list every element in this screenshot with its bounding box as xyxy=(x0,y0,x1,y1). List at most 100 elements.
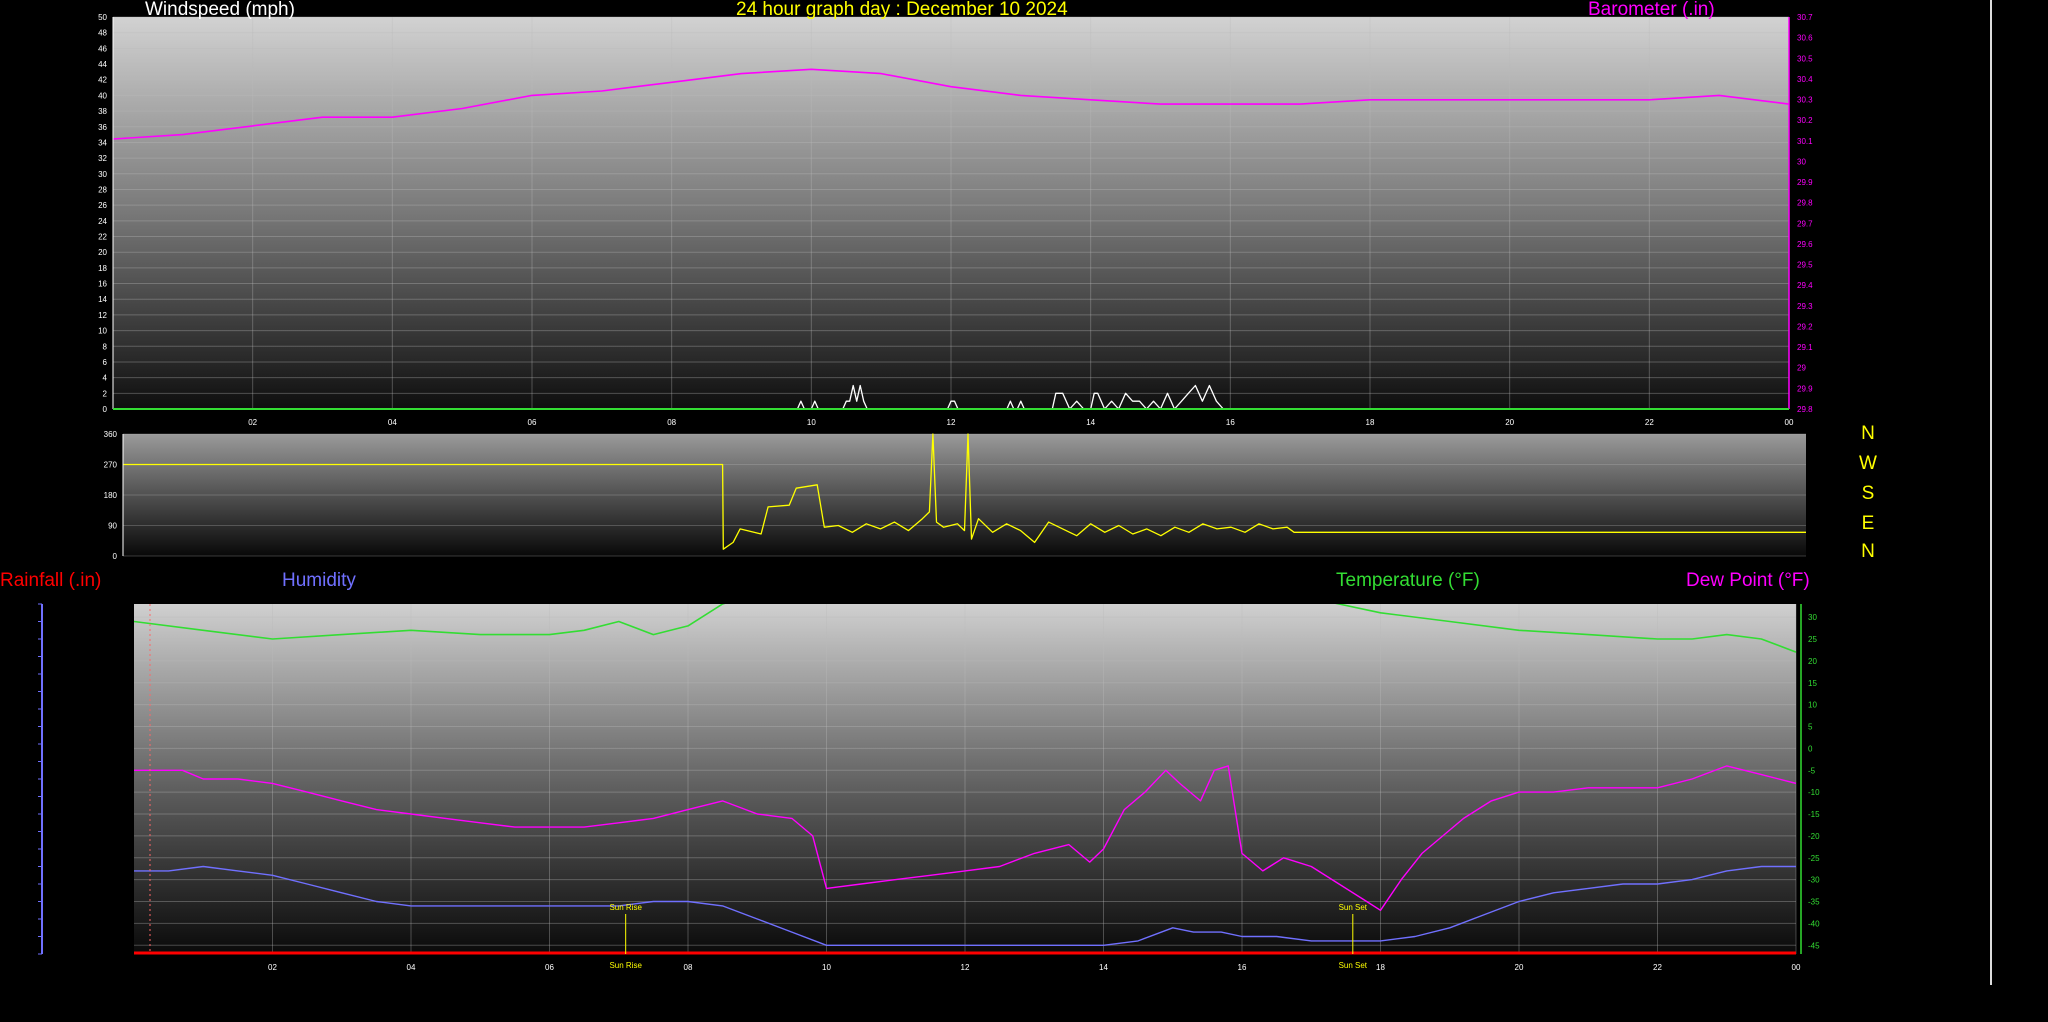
wind-x-tick-label: 08 xyxy=(667,418,676,427)
frame-right-border xyxy=(1990,0,1992,985)
direction-tick-label: 180 xyxy=(104,491,118,500)
temperature-tick-label: -45 xyxy=(1808,941,1820,950)
windspeed-tick-label: 44 xyxy=(98,60,107,69)
barometer-tick-label: 29.4 xyxy=(1797,281,1813,290)
temperature-tick-label: 30 xyxy=(1808,613,1817,622)
temperature-tick-label: -10 xyxy=(1808,788,1820,797)
windspeed-tick-label: 36 xyxy=(98,123,107,132)
temperature-tick-label: -25 xyxy=(1808,854,1820,863)
windspeed-tick-label: 50 xyxy=(98,13,107,22)
barometer-tick-label: 30.1 xyxy=(1797,137,1813,146)
barometer-axis-title: Barometer (.in) xyxy=(1588,0,1715,20)
barometer-tick-label: 30.6 xyxy=(1797,34,1813,43)
barometer-tick-label: 29.8 xyxy=(1797,405,1813,414)
windspeed-tick-label: 12 xyxy=(98,311,107,320)
temperature-tick-label: 10 xyxy=(1808,701,1817,710)
temperature-tick-label: 5 xyxy=(1808,723,1813,732)
barometer-tick-label: 29.8 xyxy=(1797,199,1813,208)
weather-x-tick-label: 22 xyxy=(1653,963,1662,972)
weather-x-tick-label: 04 xyxy=(407,963,416,972)
barometer-tick-label: 29.3 xyxy=(1797,302,1813,311)
temperature-tick-label: 20 xyxy=(1808,657,1817,666)
weather-x-tick-label: 10 xyxy=(822,963,831,972)
windspeed-tick-label: 28 xyxy=(98,185,107,194)
humidity-axis-title: Humidity xyxy=(282,570,356,591)
windspeed-tick-label: 48 xyxy=(98,29,107,38)
windspeed-tick-label: 6 xyxy=(103,358,108,367)
direction-tick-label: 360 xyxy=(104,430,118,439)
barometer-tick-label: 29.9 xyxy=(1797,178,1813,187)
barometer-tick-label: 29.6 xyxy=(1797,240,1813,249)
barometer-tick-label: 29.9 xyxy=(1797,384,1813,393)
windspeed-tick-label: 22 xyxy=(98,233,107,242)
wind-x-tick-label: 22 xyxy=(1645,418,1654,427)
windspeed-tick-label: 30 xyxy=(98,170,107,179)
windspeed-tick-label: 2 xyxy=(103,389,108,398)
wind-x-tick-label: 04 xyxy=(388,418,397,427)
temperature-tick-label: -30 xyxy=(1808,876,1820,885)
sunrise-marker-label: Sun Rise xyxy=(609,903,642,912)
barometer-tick-label: 29 xyxy=(1797,364,1806,373)
windspeed-tick-label: 32 xyxy=(98,154,107,163)
sunrise-axis-label: Sun Rise xyxy=(609,961,642,970)
wind-x-tick-label: 16 xyxy=(1226,418,1235,427)
windspeed-tick-label: 18 xyxy=(98,264,107,273)
barometer-tick-label: 29.7 xyxy=(1797,219,1813,228)
barometer-tick-label: 29.2 xyxy=(1797,322,1813,331)
windspeed-tick-label: 24 xyxy=(98,217,107,226)
temperature-tick-label: -40 xyxy=(1808,919,1820,928)
weather-x-tick-label: 02 xyxy=(268,963,277,972)
barometer-tick-label: 30.4 xyxy=(1797,75,1813,84)
windspeed-tick-label: 46 xyxy=(98,44,107,53)
direction-tick-label: 90 xyxy=(108,522,117,531)
wind-x-tick-label: 00 xyxy=(1785,418,1794,427)
direction-tick-label: 0 xyxy=(113,552,118,561)
wind-x-tick-label: 18 xyxy=(1366,418,1375,427)
weather-graphs-svg: 0246810121416182022242628303234363840424… xyxy=(38,13,1820,972)
weather-x-tick-label: 12 xyxy=(961,963,970,972)
windspeed-tick-label: 8 xyxy=(103,342,108,351)
barometer-tick-label: 30.5 xyxy=(1797,54,1813,63)
windspeed-axis-title: Windspeed (mph) xyxy=(145,0,295,20)
weather-x-tick-label: 08 xyxy=(684,963,693,972)
wind-x-tick-label: 14 xyxy=(1086,418,1095,427)
weather-x-tick-label: 18 xyxy=(1376,963,1385,972)
windspeed-tick-label: 42 xyxy=(98,76,107,85)
temperature-tick-label: 15 xyxy=(1808,679,1817,688)
weather-x-tick-label: 16 xyxy=(1238,963,1247,972)
windspeed-tick-label: 38 xyxy=(98,107,107,116)
dewpoint-axis-title: Dew Point (°F) xyxy=(1686,570,1810,591)
temperature-tick-label: -20 xyxy=(1808,832,1820,841)
compass-label-s: S xyxy=(1861,483,1875,504)
sunset-axis-label: Sun Set xyxy=(1339,961,1368,970)
barometer-tick-label: 30.7 xyxy=(1797,13,1813,22)
windspeed-tick-label: 14 xyxy=(98,295,107,304)
temperature-tick-label: -5 xyxy=(1808,766,1816,775)
direction-tick-label: 270 xyxy=(104,461,118,470)
windspeed-tick-label: 10 xyxy=(98,327,107,336)
windspeed-tick-label: 40 xyxy=(98,91,107,100)
temperature-tick-label: 0 xyxy=(1808,744,1813,753)
windspeed-tick-label: 20 xyxy=(98,248,107,257)
temperature-axis-title: Temperature (°F) xyxy=(1336,570,1480,591)
rainfall-axis-title: Rainfall (.in) xyxy=(0,570,102,591)
temperature-tick-label: 25 xyxy=(1808,635,1817,644)
compass-label-w: W xyxy=(1859,453,1877,474)
windspeed-tick-label: 0 xyxy=(103,405,108,414)
barometer-tick-label: 29.1 xyxy=(1797,343,1813,352)
barometer-tick-label: 30.2 xyxy=(1797,116,1813,125)
chart-title: 24 hour graph day : December 10 2024 xyxy=(736,0,1068,20)
windspeed-tick-label: 34 xyxy=(98,138,107,147)
windspeed-tick-label: 4 xyxy=(103,374,108,383)
weather-x-tick-label: 14 xyxy=(1099,963,1108,972)
compass-label-n-bottom: N xyxy=(1861,541,1875,562)
wind-x-tick-label: 06 xyxy=(528,418,537,427)
wind-x-tick-label: 12 xyxy=(947,418,956,427)
barometer-tick-label: 29.5 xyxy=(1797,261,1813,270)
chart-frame: 0 2 4 6 8 10 12 14 16 18 20 22 24 26 28 30 32 34 36 38 40 42 4… xyxy=(0,0,2048,1017)
temperature-tick-label: -35 xyxy=(1808,898,1820,907)
barometer-tick-label: 30 xyxy=(1797,157,1806,166)
temperature-tick-label: -15 xyxy=(1808,810,1820,819)
barometer-tick-label: 30.3 xyxy=(1797,96,1813,105)
wind-x-tick-label: 02 xyxy=(248,418,257,427)
